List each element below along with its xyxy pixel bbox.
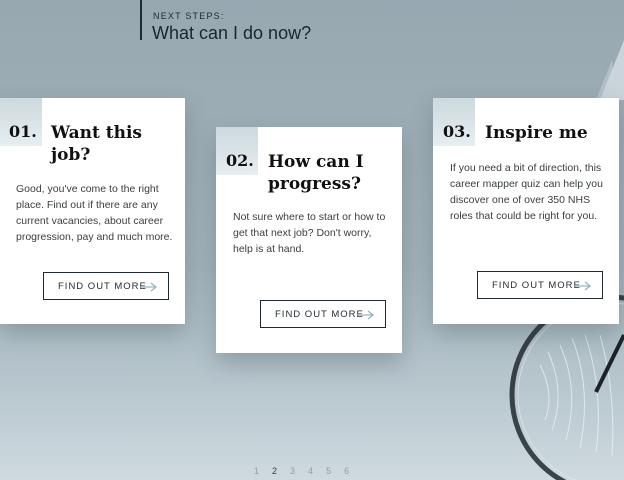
- find-out-more-button[interactable]: FIND OUT MORE: [43, 272, 169, 300]
- card-number: 02.: [226, 151, 254, 170]
- arrow-right-icon: [357, 310, 374, 320]
- card-description-line: Good, you've come to the right: [16, 183, 159, 195]
- card-how-can-i-progress: 02. How can I progress? Not sure where t…: [216, 127, 402, 353]
- card-description: Good, you've come to the right place. Fi…: [16, 181, 181, 245]
- section-header: NEXT STEPS: What can I do now?: [140, 0, 311, 43]
- card-title: How can I progress?: [268, 151, 364, 195]
- card-description-line: get that next job? Don't worry,: [233, 227, 372, 239]
- card-number: 01.: [9, 122, 37, 141]
- card-description-line: progression, pay and much more.: [16, 231, 173, 243]
- arrow-right-icon: [574, 281, 591, 291]
- card-description-line: If you need a bit of direction, this: [450, 162, 602, 174]
- card-title-line: job?: [51, 145, 91, 165]
- card-description: If you need a bit of direction, this car…: [450, 160, 616, 224]
- page-link-current[interactable]: 2: [272, 466, 277, 476]
- card-description-line: discover one of over 350 NHS: [450, 194, 591, 206]
- section-eyebrow: NEXT STEPS:: [153, 11, 225, 21]
- card-description-line: career mapper quiz can help you: [450, 178, 603, 190]
- card-title: Inspire me: [485, 122, 588, 144]
- card-description-line: roles that could be right for you.: [450, 210, 598, 222]
- card-title-line: How can I: [268, 152, 364, 172]
- card-description-line: Not sure where to start or how to: [233, 211, 386, 223]
- button-label: FIND OUT MORE: [275, 308, 364, 320]
- card-want-this-job: 01. Want this job? Good, you've come to …: [0, 98, 185, 324]
- card-title-line: Want this: [51, 123, 143, 143]
- arrow-right-icon: [140, 282, 157, 292]
- pagination: 1 2 3 4 5 6: [254, 466, 349, 476]
- card-title-line: Inspire me: [485, 123, 588, 143]
- page-title: What can I do now?: [152, 23, 312, 43]
- card-description-line: current vacancies, about career: [16, 215, 164, 227]
- card-inspire-me: 03. Inspire me If you need a bit of dire…: [433, 98, 619, 324]
- card-title-line: progress?: [268, 174, 361, 194]
- card-number: 03.: [443, 122, 471, 141]
- find-out-more-button[interactable]: FIND OUT MORE: [260, 300, 386, 328]
- button-label: FIND OUT MORE: [492, 279, 581, 291]
- card-description-line: help is at hand.: [233, 243, 305, 255]
- card-title: Want this job?: [51, 122, 142, 166]
- page-link[interactable]: 3: [290, 466, 295, 476]
- find-out-more-button[interactable]: FIND OUT MORE: [477, 271, 603, 299]
- page-link[interactable]: 1: [254, 466, 259, 476]
- page-link[interactable]: 5: [326, 466, 331, 476]
- page-link[interactable]: 4: [308, 466, 313, 476]
- card-description-line: place. Find out if there are any: [16, 199, 158, 211]
- card-description: Not sure where to start or how to get th…: [233, 209, 398, 257]
- page-link[interactable]: 6: [344, 466, 349, 476]
- button-label: FIND OUT MORE: [58, 280, 147, 292]
